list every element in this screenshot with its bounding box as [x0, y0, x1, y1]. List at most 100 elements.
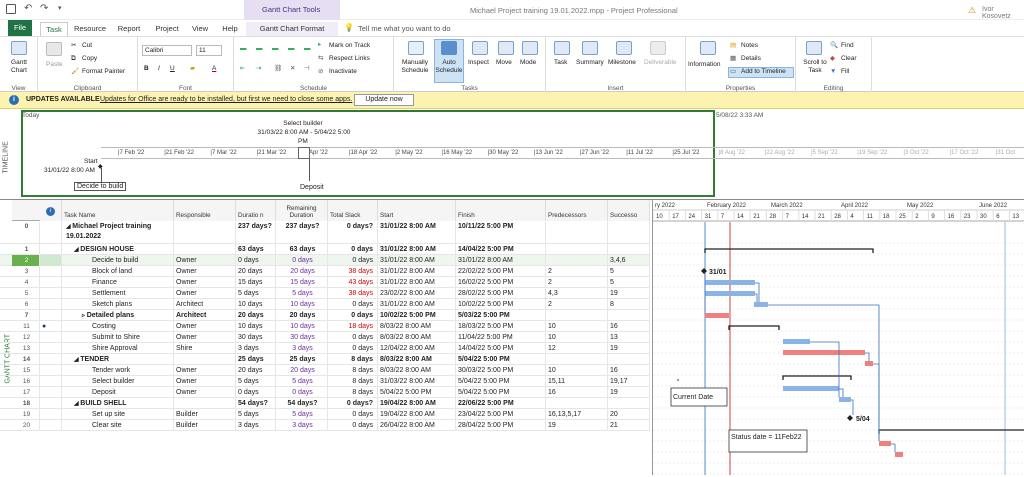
outdent-icon[interactable]: ⇥ — [256, 65, 261, 73]
table-row[interactable]: 15 Tender work Owner 20 days 20 days 8 days 8/… — [0, 365, 650, 376]
table-row[interactable]: 17 Deposit Owner 0 days 0 days 8 days 5/04/22 … — [0, 387, 650, 398]
mark-on-track-button[interactable]: Mark on Track — [329, 42, 370, 50]
twentyfive-percent-icon[interactable]: ▬ — [256, 45, 263, 53]
milestone-button[interactable]: Milestone — [608, 59, 636, 67]
task-icon[interactable] — [554, 41, 570, 55]
task-button[interactable]: Task — [554, 59, 567, 67]
header-task-name[interactable]: Task Name — [62, 200, 174, 221]
tab-task[interactable]: Task — [40, 22, 68, 36]
tab-resource[interactable]: Resource — [72, 22, 108, 36]
tab-project[interactable]: Project — [150, 22, 184, 36]
table-row[interactable]: 14 ◢ TENDER 25 days 25 days 8 days 8/03/22 8:… — [0, 354, 650, 365]
tab-gantt-chart-format[interactable]: Gantt Chart Format — [246, 22, 338, 36]
table-row[interactable]: 7 ▹ Detailed plans Architect 20 days 20 days… — [0, 310, 650, 321]
undo-icon[interactable]: ↶ — [24, 3, 32, 14]
information-button[interactable]: Information — [688, 61, 721, 69]
header-start[interactable]: Start — [378, 200, 456, 221]
details-button[interactable]: Details — [741, 55, 761, 63]
table-row[interactable]: 11 ● Costing Owner 10 days 10 days 18 days 8/03… — [0, 321, 650, 332]
task-name[interactable]: Clear site — [62, 420, 174, 431]
header-successors[interactable]: Successo — [608, 200, 650, 221]
fill-button[interactable]: Fill — [841, 68, 849, 76]
unlink-icon[interactable]: ✕ — [290, 65, 295, 73]
table-row[interactable]: 13 Shire Approval Shire 3 days 3 days 0 days 1… — [0, 343, 650, 354]
task-name[interactable]: ◢ DESIGN HOUSE — [62, 244, 174, 255]
mode-button[interactable]: Mode — [520, 59, 536, 67]
underline-icon[interactable]: U — [170, 65, 175, 73]
task-name[interactable]: ◢ BUILD SHELL — [62, 398, 174, 409]
collapse-icon[interactable]: ◢ — [74, 247, 80, 253]
table-row[interactable]: 18 ◢ BUILD SHELL 54 days? 54 days? 0 days? 19… — [0, 398, 650, 409]
timeline-milestone-deposit[interactable]: Deposit — [300, 184, 324, 191]
auto-schedule-icon[interactable] — [441, 41, 457, 55]
header-predecessors[interactable]: Predecessors — [546, 200, 608, 221]
paste-button[interactable]: Paste — [46, 61, 63, 69]
move-button[interactable]: Move — [496, 59, 512, 67]
zero-percent-icon[interactable]: ▬ — [240, 45, 247, 53]
summary-icon[interactable] — [582, 41, 598, 55]
scroll-to-task-button[interactable]: Scroll to Task — [802, 59, 828, 75]
add-to-timeline-button[interactable]: Add to Timeline — [741, 68, 786, 76]
manually-schedule-button[interactable]: Manually Schedule — [396, 59, 434, 75]
inspect-button[interactable]: Inspect — [468, 59, 489, 67]
gantt-chart-icon[interactable] — [11, 41, 27, 55]
font-family-select[interactable]: Calibri — [142, 45, 192, 56]
task-name[interactable]: Set up site — [62, 409, 174, 420]
collapse-icon[interactable]: ▹ — [82, 313, 87, 319]
copy-button[interactable]: Copy — [82, 55, 97, 63]
task-name[interactable]: Select builder — [62, 376, 174, 387]
indent-icon[interactable]: ⇤ — [240, 65, 245, 73]
font-color-icon[interactable]: A — [212, 65, 216, 73]
table-row[interactable]: 19 Set up site Builder 5 days 5 days 0 days 19… — [0, 409, 650, 420]
table-row[interactable]: 5 Settlement Owner 5 days 5 days 38 days 23/02… — [0, 288, 650, 299]
collapse-icon[interactable]: ◢ — [66, 224, 72, 230]
cut-button[interactable]: Cut — [82, 42, 92, 50]
table-row[interactable]: 4 Finance Owner 15 days 15 days 43 days 31/01/… — [0, 277, 650, 288]
table-row[interactable]: 0 ◢ Michael Project training 19.01.2022 23… — [0, 222, 650, 244]
task-name[interactable]: Deposit — [62, 387, 174, 398]
auto-schedule-button[interactable]: Auto Schedule — [434, 59, 464, 75]
header-remaining-duration[interactable]: Remaining Duration — [276, 200, 328, 221]
task-name[interactable]: Settlement — [62, 288, 174, 299]
task-name[interactable]: Decide to build — [62, 255, 174, 266]
pin-icon[interactable] — [408, 41, 424, 55]
bold-icon[interactable]: B — [144, 65, 149, 73]
information-icon[interactable] — [700, 41, 716, 55]
task-name[interactable]: ◢ TENDER — [62, 354, 174, 365]
summary-button[interactable]: Summary — [576, 59, 604, 67]
customize-toolbar-icon[interactable]: ▾ — [58, 4, 62, 12]
clear-button[interactable]: Clear — [841, 55, 857, 63]
seventyfive-percent-icon[interactable]: ▬ — [288, 45, 295, 53]
gantt-chart-button[interactable]: Gantt Chart — [4, 59, 34, 75]
task-name[interactable]: Costing — [62, 321, 174, 332]
user-name[interactable]: Ivor Kosovetz — [982, 6, 1024, 20]
task-name[interactable]: Sketch plans — [62, 299, 174, 310]
mode-icon[interactable] — [522, 41, 538, 55]
table-row[interactable]: 3 Block of land Owner 20 days 20 days 38 days… — [0, 266, 650, 277]
header-info-icon-col[interactable]: i — [40, 200, 62, 221]
update-now-button[interactable]: Update now — [354, 94, 414, 106]
find-button[interactable]: Find — [841, 42, 854, 50]
redo-icon[interactable]: ↷ — [40, 3, 48, 14]
table-row[interactable]: 2 Decide to build Owner 0 days 0 days 0 days 3… — [0, 255, 650, 266]
collapse-icon[interactable]: ◢ — [74, 401, 80, 407]
table-row[interactable]: 6 Sketch plans Architect 10 days 10 days 0 da… — [0, 299, 650, 310]
task-name[interactable]: ◢ Michael Project training 19.01.2022 — [62, 222, 174, 244]
task-name[interactable]: Tender work — [62, 365, 174, 376]
timeline-select-builder-bar[interactable] — [298, 147, 310, 159]
tab-view[interactable]: View — [188, 22, 212, 36]
move-icon[interactable] — [498, 41, 514, 55]
fifty-percent-icon[interactable]: ▬ — [272, 45, 279, 53]
table-row[interactable]: 16 Select builder Owner 5 days 5 days 8 days 3… — [0, 376, 650, 387]
table-row[interactable]: 20 Clear site Builder 3 days 3 days 0 days 26/… — [0, 420, 650, 431]
scroll-to-task-icon[interactable] — [806, 41, 822, 55]
link-icon[interactable]: ⛓ — [274, 65, 282, 73]
task-name[interactable]: Finance — [62, 277, 174, 288]
hundred-percent-icon[interactable]: ▬ — [304, 45, 311, 53]
inspect-icon[interactable] — [472, 41, 488, 55]
table-row[interactable]: 12 Submit to Shire Owner 30 days 30 days 0 da… — [0, 332, 650, 343]
tab-help[interactable]: Help — [218, 22, 242, 36]
header-responsible[interactable]: Responsible — [174, 200, 236, 221]
tell-me-input[interactable]: Tell me what you want to do — [358, 24, 451, 33]
header-total-slack[interactable]: Total Slack — [328, 200, 378, 221]
